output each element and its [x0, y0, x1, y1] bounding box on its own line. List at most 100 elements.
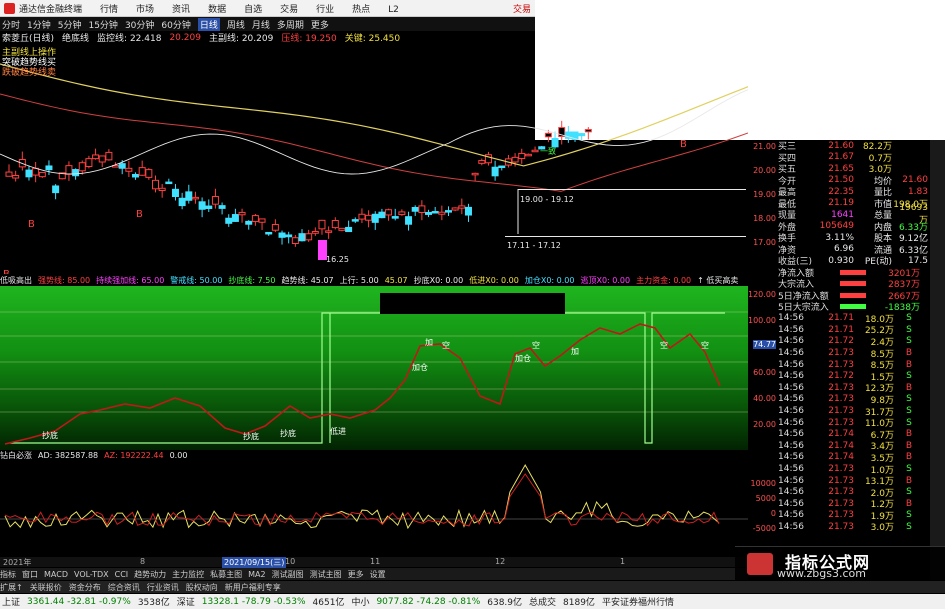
bottom-tab-0[interactable]: 扩展↑ [0, 582, 23, 593]
flow-bar [840, 304, 866, 310]
tick-price: 21.74 [828, 440, 854, 451]
indicator-tab-3[interactable]: VOL-TDX [74, 570, 109, 579]
candle-body [132, 173, 140, 178]
period-1[interactable]: 1分钟 [27, 18, 51, 31]
tick-time: 14:56 [778, 498, 804, 509]
tick-price: 21.72 [828, 371, 854, 382]
signal-text: 加 [425, 337, 433, 347]
tick-row: 14:56 21.73 3.0万 S [778, 521, 930, 534]
axis-tick: 17.00 [753, 238, 776, 247]
period-10[interactable]: 更多 [311, 18, 329, 31]
indicator-tab-7[interactable]: 私募主图 [210, 569, 242, 580]
tick-direction: B [905, 498, 913, 509]
menu-4[interactable]: 自选 [244, 5, 262, 15]
tick-time: 14:56 [778, 464, 804, 475]
candle-body [491, 166, 499, 177]
tick-price: 21.73 [828, 510, 854, 521]
panel2-item-4: 趋势线: 45.07 [281, 276, 334, 285]
candle-body [438, 211, 446, 215]
menu-6[interactable]: 行业 [316, 5, 334, 15]
period-9[interactable]: 多周期 [277, 18, 304, 31]
title-bar: 通达信金融终端 行情 市场 资讯 数据 自选 交易 行业 热点 L2 交易 [0, 0, 535, 17]
tick-row: 14:56 21.71 25.2万 S [778, 324, 930, 337]
menu-8[interactable]: L2 [388, 5, 399, 15]
status-bar: 上证 3361.44 -32.81 -0.97% 3538亿 深证 13328.1 -7… [0, 594, 945, 609]
tick-direction: S [906, 417, 912, 428]
index-label[interactable]: 中小 [351, 595, 369, 608]
period-4[interactable]: 30分钟 [125, 18, 154, 31]
indicator-tab-2[interactable]: MACD [44, 570, 68, 579]
tick-row: 14:56 21.71 18.0万 S [778, 313, 930, 325]
menu-1[interactable]: 市场 [136, 5, 154, 15]
trade-link[interactable]: 交易 [513, 2, 531, 15]
bottom-tab-4[interactable]: 行业资讯 [147, 582, 179, 593]
buy-low-sell-high-panel[interactable]: 抄底 抄底 抄底 低进加空加仓 加仓空加空空 [0, 286, 748, 450]
bottom-tab-5[interactable]: 股权动向 [186, 582, 218, 593]
indicator-tab-8[interactable]: MA2 [248, 570, 265, 579]
tick-direction: S [906, 324, 912, 335]
index-value: 13328.1 -78.79 -0.53% [201, 596, 306, 607]
candle-body [358, 213, 366, 220]
period-7[interactable]: 周线 [227, 18, 245, 31]
price-box-2 [505, 236, 746, 237]
indicator-tab-1[interactable]: 窗口 [22, 569, 38, 580]
panel3-name: 钻白必涨 [0, 451, 32, 460]
signal-text: 低进 [330, 426, 346, 436]
menu-5[interactable]: 交易 [280, 5, 298, 15]
candle-body [498, 165, 506, 169]
bottom-tab-6[interactable]: 新用户福利专享 [225, 582, 281, 593]
watermark-logo-icon [747, 553, 773, 575]
trend-line [4, 323, 721, 445]
menu-0[interactable]: 行情 [100, 5, 118, 15]
candle-body [25, 169, 33, 178]
period-6[interactable]: 日线 [197, 17, 220, 31]
indicator-tab-10[interactable]: 测试主图 [310, 569, 342, 580]
candle-body [271, 224, 279, 231]
tick-direction: B [905, 359, 913, 370]
index-label[interactable]: 深证 [177, 595, 195, 608]
tick-direction: B [905, 452, 913, 463]
bottom-tab-3[interactable]: 综合资讯 [108, 582, 140, 593]
price-box-1 [518, 189, 746, 190]
bottom-tab-2[interactable]: 资金分布 [69, 582, 101, 593]
tick-price: 21.73 [828, 348, 854, 359]
indicator-tab-9[interactable]: 测试副图 [272, 569, 304, 580]
highlight-candle [318, 240, 327, 260]
menu-2[interactable]: 资讯 [172, 5, 190, 15]
candle-body [218, 205, 226, 209]
candle-body [298, 233, 306, 242]
month-label: 12 [495, 557, 506, 566]
indicator-tab-4[interactable]: CCI [115, 570, 129, 579]
candle-body [225, 217, 233, 224]
tick-row: 14:56 21.74 3.5万 B [778, 452, 930, 464]
menu-7[interactable]: 热点 [352, 5, 370, 15]
index-label[interactable]: 上证 [2, 595, 20, 608]
bottom-tab-1[interactable]: 关联报价 [30, 582, 62, 593]
axis2-tick: 120.00 [748, 290, 776, 299]
indicator-tab-12[interactable]: 设置 [370, 569, 386, 580]
indicator-tab-5[interactable]: 趋势动力 [134, 569, 166, 580]
candle-body [145, 169, 153, 178]
signal-label: 一致 [540, 146, 556, 156]
az-line [4, 473, 720, 527]
tick-price: 21.73 [828, 475, 854, 486]
period-8[interactable]: 月线 [252, 18, 270, 31]
axis3-tick: 10000 [750, 479, 776, 488]
period-2[interactable]: 5分钟 [58, 18, 82, 31]
indicator-tab-0[interactable]: 指标 [0, 569, 16, 580]
indicator-tab-6[interactable]: 主力监控 [172, 569, 204, 580]
b-marker: B [3, 269, 10, 274]
candlestick-chart[interactable]: 19.00 - 19.12 17.11 - 17.12 16.25 B B B B 一致 [0, 44, 748, 274]
menu-3[interactable]: 数据 [208, 5, 226, 15]
period-5[interactable]: 60分钟 [161, 18, 190, 31]
watermark-url: www.zbgs3.com [777, 567, 866, 580]
candle-body [138, 167, 146, 176]
indicator-tab-11[interactable]: 更多 [348, 569, 364, 580]
period-3[interactable]: 15分钟 [88, 18, 117, 31]
panel2-item-11: 主力资金: 0.00 [636, 276, 692, 285]
candle-body [305, 233, 313, 241]
oscillator-panel[interactable] [0, 461, 748, 557]
tick-row: 14:56 21.73 1.9万 S [778, 510, 930, 522]
period-0[interactable]: 分时 [2, 18, 20, 31]
quote-value: 0.930 [828, 255, 854, 266]
